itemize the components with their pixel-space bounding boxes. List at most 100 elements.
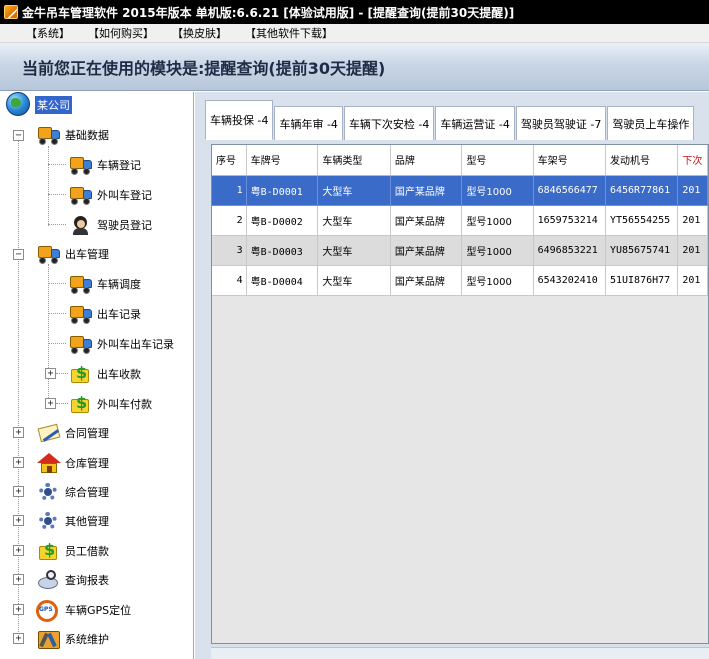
column-header[interactable]: 车牌号 — [246, 145, 319, 176]
tree-item-driver-registration[interactable]: 驾驶员登记 — [68, 213, 152, 237]
expander-basic[interactable]: − — [13, 130, 24, 141]
tree-group-warehouse[interactable]: 仓库管理 — [36, 451, 109, 475]
tree-group-label: 车辆GPS定位 — [65, 604, 132, 617]
column-header[interactable]: 序号 — [212, 145, 247, 176]
tree-item-dispatch-income[interactable]: $ 出车收款 — [68, 362, 141, 386]
tree-item-external-vehicle-registration[interactable]: 外叫车登记 — [68, 183, 152, 207]
table-cell: 大型车 — [317, 235, 391, 266]
table-cell: 1 — [212, 175, 247, 206]
money-icon: $ — [68, 393, 94, 415]
tree-item-label: 出车收款 — [97, 368, 141, 381]
reminder-tabs: 车辆投保 -4 车辆年审 -4 车辆下次安检 -4 车辆运营证 -4 驾驶员驾驶… — [205, 100, 709, 140]
house-icon — [36, 452, 62, 474]
tab-annual-inspection[interactable]: 车辆年审 -4 — [274, 106, 343, 140]
table-cell: 大型车 — [317, 175, 391, 206]
tab-vehicle-insurance[interactable]: 车辆投保 -4 — [205, 100, 274, 140]
gps-icon-text: GPS — [39, 606, 53, 613]
table-row[interactable]: 1 粤B-D0001 大型车 国产某品牌 型号1000 6846566477 6… — [212, 175, 708, 206]
module-banner: 当前您正在使用的模块是: 提醒查询(提前30天提醒) — [0, 43, 709, 91]
column-header[interactable]: 车架号 — [533, 145, 606, 176]
column-header[interactable]: 发动机号 — [605, 145, 679, 176]
table-cell: 1659753214 — [533, 205, 606, 236]
table-cell: 201 — [677, 235, 708, 266]
tree-item-label: 车辆登记 — [97, 159, 141, 172]
expander-dispatch-income[interactable]: + — [45, 368, 56, 379]
tree-group-reports[interactable]: 查询报表 — [36, 568, 109, 592]
expander-gps[interactable]: + — [13, 604, 24, 615]
menu-system[interactable]: 【系统】 — [26, 25, 70, 41]
table-cell: 国产某品牌 — [390, 205, 463, 236]
tree-item-dispatch-record[interactable]: 出车记录 — [68, 302, 141, 326]
table-row[interactable]: 4 粤B-D0004 大型车 国产某品牌 型号1000 6543202410 5… — [212, 265, 708, 296]
tree-root[interactable]: 某公司 — [6, 92, 72, 118]
menu-other-downloads[interactable]: 【其他软件下载】 — [245, 25, 333, 41]
column-header[interactable]: 车辆类型 — [317, 145, 391, 176]
expander-other[interactable]: + — [13, 515, 24, 526]
menu-how-to-buy[interactable]: 【如何购买】 — [88, 25, 154, 41]
tab-driver-license[interactable]: 驾驶员驾驶证 -7 — [515, 106, 607, 140]
expander-warehouse[interactable]: + — [13, 457, 24, 468]
table-cell: 粤B-D0002 — [246, 205, 319, 236]
tree-item-vehicle-scheduling[interactable]: 车辆调度 — [68, 272, 141, 296]
tree-item-external-payment[interactable]: $ 外叫车付款 — [68, 392, 152, 416]
tab-driver-operation-cert[interactable]: 驾驶员上车操作 — [607, 106, 695, 140]
truck-icon — [68, 303, 94, 325]
tab-next-safety-check[interactable]: 车辆下次安检 -4 — [343, 106, 435, 140]
driver-icon — [68, 214, 94, 236]
horizontal-scrollbar[interactable] — [211, 647, 709, 659]
tab-operation-permit[interactable]: 车辆运营证 -4 — [435, 106, 515, 140]
tree-group-label: 查询报表 — [65, 574, 109, 587]
banner-module-name: 提醒查询(提前30天提醒) — [204, 58, 386, 78]
tree-group-label: 合同管理 — [65, 427, 109, 440]
menu-change-skin[interactable]: 【换皮肤】 — [172, 25, 227, 41]
expander-maintenance[interactable]: + — [13, 633, 24, 644]
expander-loan[interactable]: + — [13, 545, 24, 556]
tree-group-loan[interactable]: $ 员工借款 — [36, 539, 109, 563]
tree-group-gps[interactable]: GPS 车辆GPS定位 — [36, 598, 131, 622]
tree-group-basic[interactable]: 基础数据 — [36, 123, 109, 147]
tree-group-contract[interactable]: 合同管理 — [36, 421, 109, 445]
tree-group-maintenance[interactable]: 系统维护 — [36, 627, 109, 651]
expander-dispatch[interactable]: − — [13, 249, 24, 260]
data-grid: 序号 车牌号 车辆类型 品牌 型号 车架号 发动机号 下次 1 粤B-D0001… — [211, 144, 709, 644]
table-cell: YT56554255 — [605, 205, 679, 236]
tree-group-dispatch[interactable]: 出车管理 — [36, 242, 109, 266]
truck-icon — [68, 273, 94, 295]
content-panel: 车辆投保 -4 车辆年审 -4 车辆下次安检 -4 车辆运营证 -4 驾驶员驾驶… — [195, 92, 709, 659]
tree-item-vehicle-registration[interactable]: 车辆登记 — [68, 153, 141, 177]
banner-prefix: 当前您正在使用的模块是: — [22, 58, 205, 78]
expander-contract[interactable]: + — [13, 427, 24, 438]
table-row[interactable]: 3 粤B-D0003 大型车 国产某品牌 型号1000 6496853221 Y… — [212, 235, 708, 266]
table-cell: 粤B-D0004 — [246, 265, 319, 296]
menu-bar: 【系统】 【如何购买】 【换皮肤】 【其他软件下载】 — [0, 24, 709, 43]
expander-reports[interactable]: + — [13, 574, 24, 585]
truck-icon — [68, 333, 94, 355]
tree-item-label: 外叫车付款 — [97, 398, 152, 411]
tree-group-general[interactable]: 综合管理 — [36, 480, 109, 504]
tree-root-label: 某公司 — [35, 96, 72, 114]
gear-icon — [36, 510, 62, 532]
table-cell: 51UI876H77 — [605, 265, 679, 296]
column-header[interactable]: 品牌 — [390, 145, 463, 176]
report-icon — [36, 569, 62, 591]
window-titlebar: 金牛吊车管理软件 2015年版本 单机版:6.6.21 [体验试用版] - [提… — [0, 0, 709, 24]
tree-line — [18, 132, 19, 642]
expander-external-payment[interactable]: + — [45, 398, 56, 409]
tree-item-label: 外叫车登记 — [97, 189, 152, 202]
table-row[interactable]: 2 粤B-D0002 大型车 国产某品牌 型号1000 1659753214 Y… — [212, 205, 708, 236]
contract-icon — [36, 422, 62, 444]
expander-general[interactable]: + — [13, 486, 24, 497]
tree-item-external-dispatch-record[interactable]: 外叫车出车记录 — [68, 332, 174, 356]
tree-line — [48, 264, 49, 404]
truck-icon — [36, 243, 62, 265]
table-cell: 粤B-D0001 — [246, 175, 319, 206]
table-header-row: 序号 车牌号 车辆类型 品牌 型号 车架号 发动机号 下次 — [212, 145, 708, 176]
table-cell: 6496853221 — [533, 235, 606, 266]
tree-group-other[interactable]: 其他管理 — [36, 509, 109, 533]
column-header-next-due[interactable]: 下次 — [677, 145, 708, 176]
gear-icon — [36, 481, 62, 503]
tree-group-label: 仓库管理 — [65, 457, 109, 470]
table-cell: 大型车 — [317, 265, 391, 296]
column-header[interactable]: 型号 — [461, 145, 534, 176]
tree-line — [48, 146, 49, 226]
